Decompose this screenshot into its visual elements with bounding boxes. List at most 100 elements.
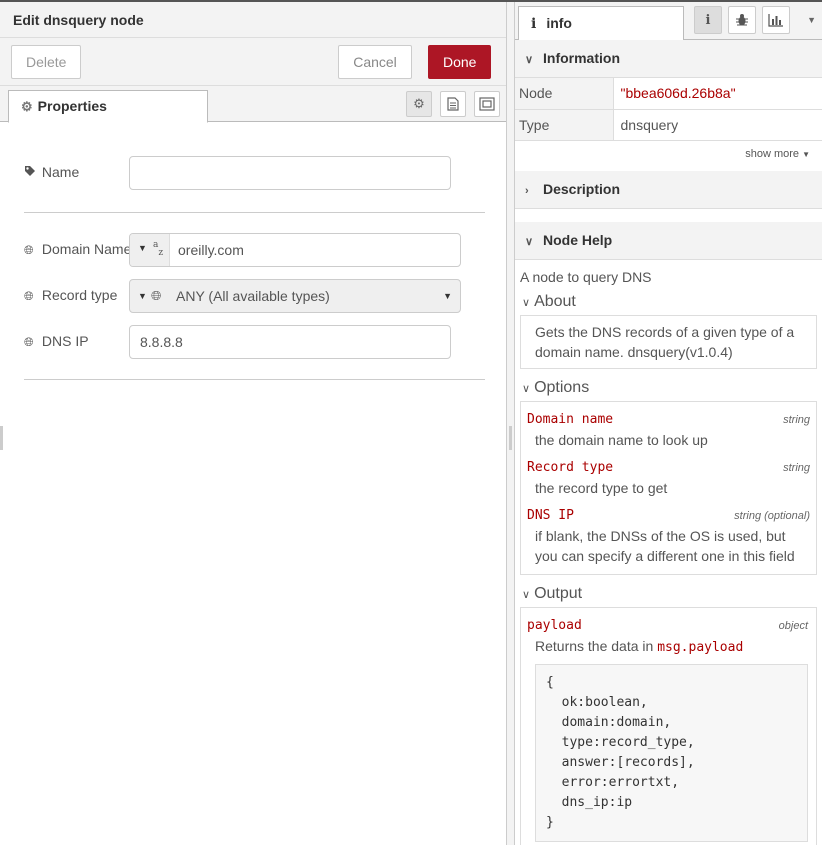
node-help-content: A node to query DNS ∨ About Gets the DNS … [515,260,822,845]
string-type-icon: az [153,240,164,258]
chevron-down-icon: ∨ [522,588,531,601]
settings-tab-button[interactable]: ⚙ [406,91,432,117]
output-desc: Returns the data in msg.payload [535,637,744,655]
node-properties-table: Node "bbea606d.26b8a" Type dnsquery [515,78,822,141]
options-heading[interactable]: ∨ Options [520,375,817,401]
divider [24,379,485,380]
output-box: payload object Returns the data in msg.pa… [520,606,817,845]
option-item: DNS IP string (optional) if blank, the DN… [527,504,810,572]
output-name: payload [527,617,582,633]
help-summary: A node to query DNS [520,268,652,285]
domain-input[interactable]: ▼ az oreilly.com [129,233,461,267]
chevron-right-icon: › [525,184,529,197]
globe-icon: 🌐︎ [24,243,34,257]
description-section-header[interactable]: › Description [515,170,822,209]
gear-icon: ⚙ [21,99,33,114]
record-type-row: 🌐︎ Record type ▼ 🌐︎ ANY (All available t… [24,279,485,313]
option-type: string [783,413,810,426]
editor-title: Edit dnsquery node [0,2,506,38]
node-type-value: dnsquery [613,109,822,141]
node-id-value[interactable]: "bbea606d.26b8a" [613,78,822,110]
sidebar-tabs: i info i ▼ [515,2,822,41]
name-input[interactable] [129,156,451,190]
splitter-grip[interactable] [509,426,512,450]
chevron-down-icon: ∨ [522,382,531,395]
caret-down-icon: ▼ [802,149,810,159]
property-key: Type [515,109,614,141]
sidebar-splitter[interactable] [507,2,515,845]
tag-icon [24,165,38,180]
file-icon [447,97,459,111]
caret-down-icon: ▼ [138,291,147,301]
left-resize-grip[interactable] [0,426,3,450]
description-tab-button[interactable] [440,91,466,117]
option-item: Domain name string the domain name to loo… [527,408,810,456]
tab-info[interactable]: i info [518,6,684,41]
debug-tab-button[interactable] [728,6,756,34]
domain-label: 🌐︎ Domain Name [24,241,132,257]
name-label: Name [24,164,79,180]
sidebar-menu-caret-icon[interactable]: ▼ [807,15,816,25]
bug-icon [736,14,748,26]
dashboard-tab-button[interactable] [762,6,790,34]
option-type: string (optional) [734,509,810,522]
info-sidebar: i info i ▼ ∨ Information Node "bbea606d.26… [515,2,822,845]
record-type-select[interactable]: ▼ 🌐︎ ANY (All available types) ▼ [129,279,461,313]
option-item: Record type string the record type to get [527,456,810,504]
divider [24,212,485,213]
chevron-down-icon: ∨ [525,54,534,66]
caret-down-icon: ▼ [138,243,147,253]
editor-toolbar: Delete Cancel Done [0,38,506,86]
option-type: string [783,461,810,474]
info-tab-button[interactable]: i [694,6,722,34]
dns-ip-input[interactable]: 8.8.8.8 [129,325,451,359]
frame-icon [479,97,495,111]
tab-properties[interactable]: ⚙ Properties [8,90,208,123]
option-desc: the record type to get [535,479,668,496]
output-code-block: { ok:boolean, domain:domain, type:record… [535,663,808,842]
domain-value: oreilly.com [178,242,244,258]
done-button[interactable]: Done [428,45,491,79]
dropdown-caret-icon: ▼ [443,291,452,301]
output-heading[interactable]: ∨ Output [520,581,817,607]
edit-node-panel: Edit dnsquery node Delete Cancel Done ⚙ P… [0,2,507,845]
gear-icon: ⚙ [413,96,425,111]
show-more-link[interactable]: show more ▼ [515,141,822,171]
delete-button[interactable]: Delete [11,45,81,79]
bar-chart-icon [768,14,783,27]
chevron-down-icon: ∨ [522,296,531,309]
info-icon: i [531,16,537,32]
table-row: Node "bbea606d.26b8a" [515,78,822,110]
tab-info-label: info [546,15,572,31]
option-desc: if blank, the DNSs of the OS is used, bu… [535,527,795,564]
domain-row: 🌐︎ Domain Name ▼ az oreilly.com [24,233,485,267]
name-row: Name [24,156,485,190]
property-key: Node [515,78,614,110]
about-box: Gets the DNS records of a given type of … [520,314,817,369]
inline-code: msg.payload [657,639,744,655]
option-name: DNS IP [527,507,574,523]
options-box: Domain name string the domain name to loo… [520,400,817,575]
chevron-down-icon: ∨ [525,235,534,248]
record-type-label: 🌐︎ Record type [24,287,118,303]
globe-icon: 🌐︎ [24,335,34,349]
table-row: Type dnsquery [515,109,822,141]
option-desc: the domain name to look up [535,431,708,448]
option-name: Record type [527,459,614,475]
editor-tabs: ⚙ Properties ⚙ [0,86,506,123]
domain-type-selector[interactable]: ▼ az [130,234,170,266]
globe-icon: 🌐︎ [24,289,34,303]
globe-icon: 🌐︎ [151,288,162,303]
appearance-tab-button[interactable] [474,91,500,117]
info-icon: i [705,13,711,28]
record-type-value: ANY (All available types) [176,288,330,304]
dns-ip-row: 🌐︎ DNS IP 8.8.8.8 [24,325,485,359]
option-name: Domain name [527,411,614,427]
output-type: object [778,619,808,632]
cancel-button[interactable]: Cancel [338,45,412,79]
about-heading[interactable]: ∨ About [520,289,817,315]
node-help-section-header[interactable]: ∨ Node Help [515,221,822,260]
information-section-header[interactable]: ∨ Information [515,40,822,78]
dns-ip-label: 🌐︎ DNS IP [24,333,89,349]
